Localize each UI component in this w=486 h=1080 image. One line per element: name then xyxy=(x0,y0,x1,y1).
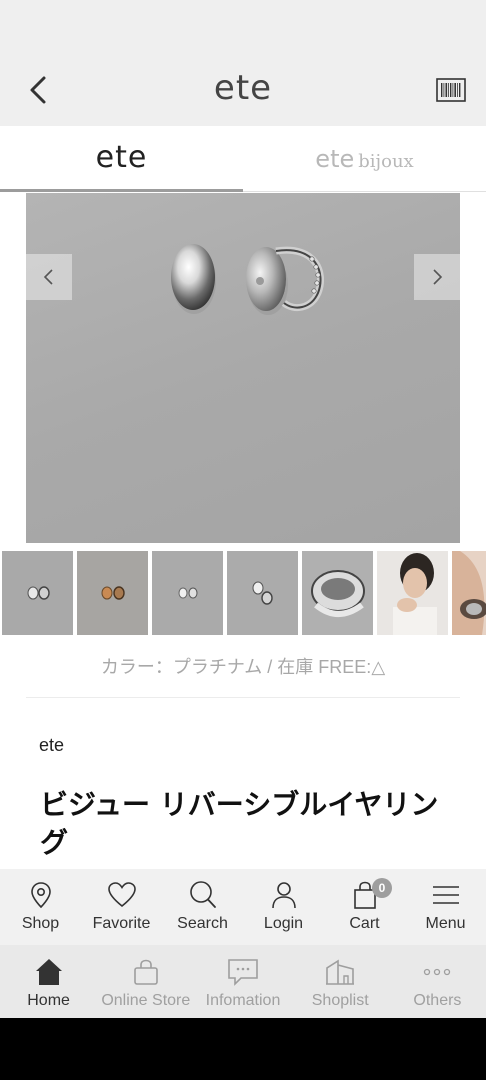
system-navigation-bar xyxy=(0,1018,486,1080)
bottom-tab-bar: Home Online Store Infomation Shoplist Ot… xyxy=(0,945,486,1018)
tab-ete-bijoux[interactable]: ete bijoux xyxy=(243,126,486,192)
thumbnail[interactable] xyxy=(452,551,486,635)
cart-label: Cart xyxy=(349,915,380,932)
home-icon xyxy=(35,959,62,985)
tab-bijoux-ete-text: ete xyxy=(315,145,355,173)
model-thumbnail-image xyxy=(377,551,448,635)
user-icon xyxy=(271,882,296,909)
shop-button[interactable]: Shop xyxy=(0,869,81,945)
tab-home[interactable]: Home xyxy=(0,945,97,1018)
thumbnail[interactable] xyxy=(2,551,73,635)
tab-ete-label: ete xyxy=(95,140,148,175)
tab-ete-bijoux-label: ete bijoux xyxy=(315,145,413,173)
carousel-next-button[interactable] xyxy=(414,254,460,300)
tab-online-store[interactable]: Online Store xyxy=(97,945,194,1018)
shop-label: Shop xyxy=(21,915,60,932)
app-header: ete xyxy=(0,56,486,126)
header-logo: ete xyxy=(213,68,273,108)
chat-bubble-icon xyxy=(228,959,258,986)
cart-button[interactable]: 0 Cart xyxy=(324,869,405,945)
shopping-bag-icon xyxy=(133,959,158,985)
tab-home-label: Home xyxy=(27,992,70,1009)
menu-button[interactable]: Menu xyxy=(405,869,486,945)
earring-thumbnail-image xyxy=(302,551,373,635)
chevron-right-icon xyxy=(433,269,443,285)
building-icon xyxy=(326,959,355,985)
model-thumbnail-image xyxy=(452,551,486,635)
search-button[interactable]: Search xyxy=(162,869,243,945)
tab-information-label: Infomation xyxy=(205,992,281,1009)
thumbnail[interactable] xyxy=(302,551,373,635)
earring-photo xyxy=(171,244,325,315)
action-toolbar: Shop Favorite Search Login 0 Cart Menu xyxy=(0,869,486,945)
cart-count-badge: 0 xyxy=(372,878,392,898)
brand-tabs: ete ete bijoux xyxy=(0,126,486,192)
chevron-left-icon xyxy=(43,269,53,285)
favorite-button[interactable]: Favorite xyxy=(81,869,162,945)
location-pin-icon xyxy=(30,882,51,909)
thumbnail-strip xyxy=(0,551,486,635)
hamburger-menu-icon xyxy=(432,886,459,904)
color-stock-info: カラー：プラチナム / 在庫 FREE:△ xyxy=(100,657,386,677)
heart-icon xyxy=(107,882,136,908)
login-button[interactable]: Login xyxy=(243,869,324,945)
tab-shoplist[interactable]: Shoplist xyxy=(292,945,389,1018)
tab-ete[interactable]: ete xyxy=(0,126,243,192)
thumbnail[interactable] xyxy=(152,551,223,635)
product-main-image[interactable] xyxy=(26,193,460,543)
barcode-icon xyxy=(436,78,466,102)
tab-shoplist-label: Shoplist xyxy=(311,992,369,1009)
barcode-button[interactable] xyxy=(436,78,466,102)
favorite-label: Favorite xyxy=(92,915,151,932)
menu-label: Menu xyxy=(425,915,466,932)
thumbnail[interactable] xyxy=(377,551,448,635)
product-brand[interactable]: ete xyxy=(39,735,64,756)
carousel-prev-button[interactable] xyxy=(26,254,72,300)
earring-thumbnail-image xyxy=(152,551,223,635)
tab-others[interactable]: Others xyxy=(389,945,486,1018)
divider xyxy=(26,697,460,698)
more-dots-icon xyxy=(424,968,451,976)
tab-online-store-label: Online Store xyxy=(101,992,191,1009)
search-icon xyxy=(189,881,216,908)
tab-others-label: Others xyxy=(413,992,462,1009)
search-label: Search xyxy=(177,915,228,932)
tab-bijoux-suffix-text: bijoux xyxy=(358,151,414,172)
status-bar xyxy=(0,0,486,56)
product-title: ビジュー リバーシブルイヤリング xyxy=(40,788,439,859)
login-label: Login xyxy=(263,915,304,932)
earring-thumbnail-image xyxy=(2,551,73,635)
thumbnail[interactable] xyxy=(227,551,298,635)
earring-thumbnail-image xyxy=(77,551,148,635)
earring-thumbnail-image xyxy=(227,551,298,635)
thumbnail[interactable] xyxy=(77,551,148,635)
tab-information[interactable]: Infomation xyxy=(194,945,291,1018)
